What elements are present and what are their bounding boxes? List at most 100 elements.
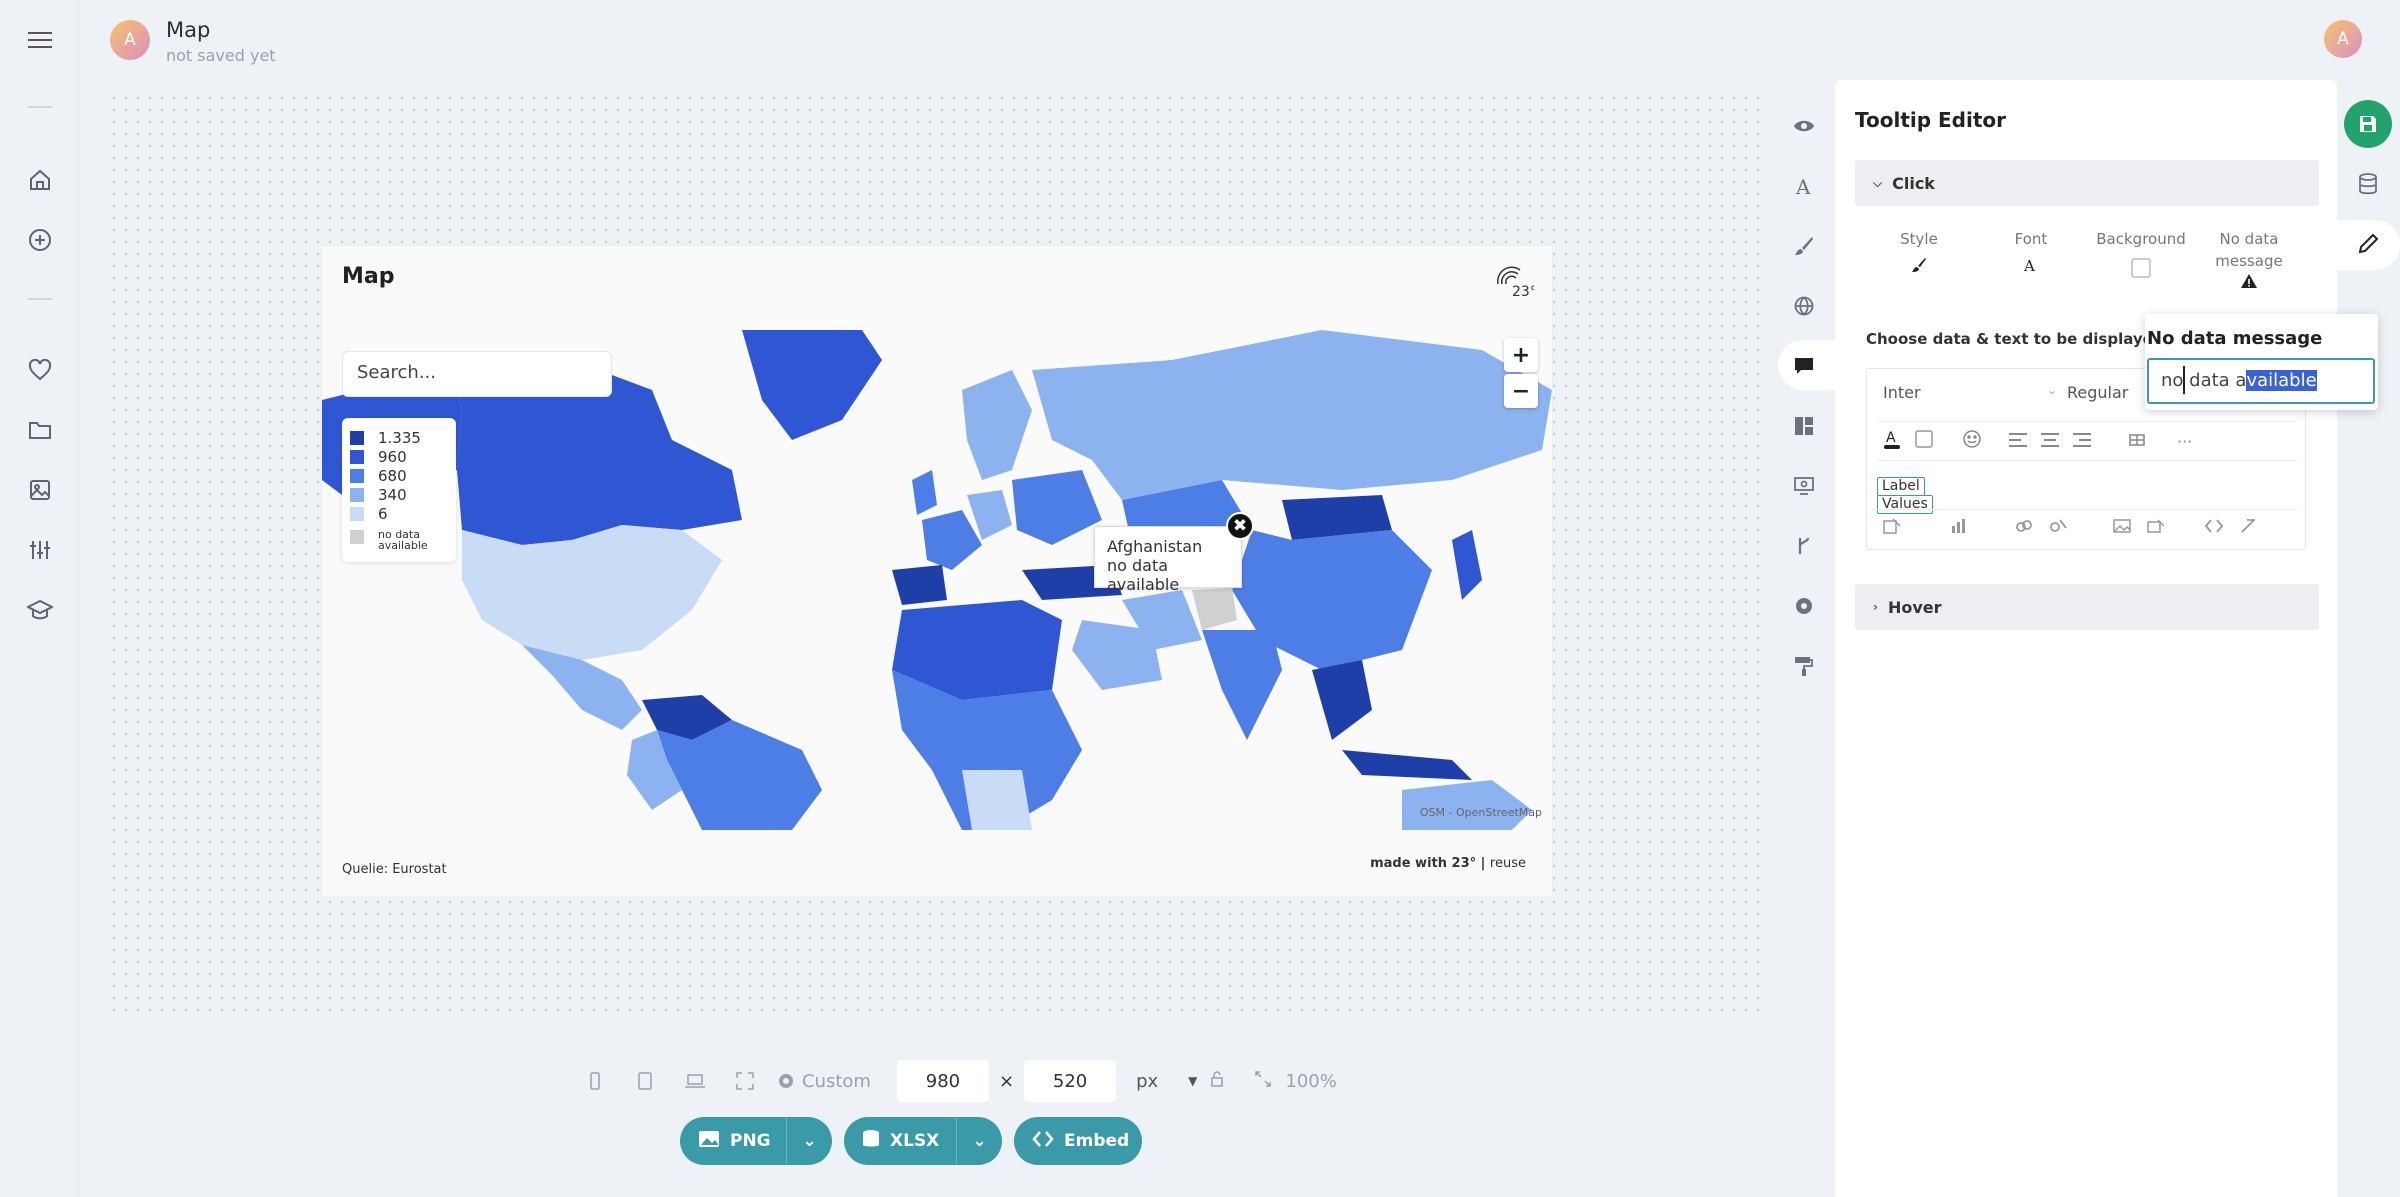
map-title: Map (342, 264, 395, 289)
brush-icon[interactable] (1790, 232, 1818, 260)
zoom-out-button[interactable]: − (1504, 374, 1538, 408)
more-icon[interactable]: ··· (2177, 432, 2192, 451)
country-russia (1032, 330, 1552, 500)
png-dropdown-chevron-icon[interactable]: ⌄ (786, 1117, 832, 1165)
tooltip-comment-icon[interactable] (1790, 352, 1818, 380)
checkbox-icon (2091, 258, 2191, 278)
clear-format-icon[interactable] (2239, 518, 2257, 538)
hover-section-header[interactable]: › Hover (1855, 584, 2319, 630)
align-center-icon[interactable] (2041, 432, 2059, 451)
map-search-input[interactable]: Search... (342, 351, 612, 397)
no-data-message-input[interactable]: no data available (2147, 358, 2375, 404)
font-weight-select[interactable]: Regular (2067, 383, 2128, 402)
reuse-link[interactable]: reuse (1490, 856, 1526, 871)
chevron-right-icon: › (1873, 600, 1878, 614)
heart-icon[interactable] (24, 354, 56, 386)
style-option[interactable]: Style (1869, 228, 1969, 272)
23-degrees-logo-icon: 23° (1494, 262, 1537, 300)
country-eastern-europe (1012, 470, 1102, 545)
document-title[interactable]: Map (166, 18, 210, 42)
save-button[interactable] (2344, 100, 2392, 148)
xlsx-export-button[interactable]: XLSX ⌄ (844, 1117, 1002, 1165)
folder-icon[interactable] (24, 414, 56, 446)
legend-item: 960 (350, 447, 448, 466)
align-left-icon[interactable] (2009, 432, 2027, 451)
mobile-icon[interactable] (570, 1060, 620, 1102)
branch-icon[interactable] (1790, 532, 1818, 560)
eye-icon[interactable] (1790, 112, 1818, 140)
code-icon[interactable] (2204, 518, 2224, 537)
png-export-button[interactable]: PNG ⌄ (680, 1117, 832, 1165)
graduation-cap-icon[interactable] (24, 594, 56, 626)
choose-data-label: Choose data & text to be displayed (1866, 330, 2164, 348)
osm-credit[interactable]: OSM - OpenStreetMap (1420, 806, 1542, 819)
paint-roller-icon[interactable] (1790, 652, 1818, 680)
background-option[interactable]: Background (2091, 228, 2191, 278)
gear-icon[interactable] (1790, 592, 1818, 620)
sliders-icon[interactable] (24, 534, 56, 566)
database-icon[interactable] (2354, 170, 2382, 198)
svg-text:A: A (1886, 430, 1896, 446)
text-cursor (2183, 366, 2185, 394)
label-token[interactable]: Label (1877, 477, 1925, 496)
text-font-icon[interactable]: A (1790, 172, 1818, 200)
edit-image-icon[interactable] (2147, 518, 2165, 538)
link-icon[interactable] (2015, 518, 2033, 538)
chevron-down-icon: ⌵ (1873, 175, 1883, 190)
tooltip-message: no data available (1107, 556, 1180, 594)
size-preset[interactable]: Custom (802, 1071, 871, 1092)
font-option[interactable]: Font A (1981, 228, 2081, 272)
image-icon[interactable] (24, 474, 56, 506)
gear-icon[interactable] (770, 1060, 802, 1102)
tablet-icon[interactable] (620, 1060, 670, 1102)
pencil-icon[interactable] (2354, 230, 2382, 258)
zoom-in-button[interactable]: + (1504, 338, 1538, 372)
user-avatar[interactable]: A (2324, 20, 2362, 58)
layout-grid-icon[interactable] (1790, 412, 1818, 440)
xlsx-dropdown-chevron-icon[interactable]: ⌄ (956, 1117, 1002, 1165)
chevron-down-icon[interactable]: ⌄ (2047, 383, 2057, 397)
country-usa (462, 525, 722, 660)
embed-button[interactable]: Embed (1014, 1117, 1142, 1165)
unit-select[interactable]: px (1136, 1071, 1158, 1092)
tooltip-close-button[interactable]: ✖ (1226, 512, 1254, 540)
chevron-down-icon[interactable]: ▼ (1188, 1074, 1197, 1088)
laptop-icon[interactable] (670, 1060, 720, 1102)
font-family-select[interactable]: Inter (1883, 383, 1921, 402)
format-toolbar: A ··· (1877, 421, 2297, 461)
background-color-icon[interactable] (1915, 430, 1933, 452)
home-icon[interactable] (24, 164, 56, 196)
insert-image-icon[interactable] (2113, 518, 2131, 538)
country-saudi-arabia (1072, 620, 1162, 690)
legend-item-no-data: no data available (350, 523, 448, 551)
menu-icon[interactable] (24, 24, 56, 56)
tooltip-editor-panel: Tooltip Editor ⌵ Click Style Font A Backgr… (1835, 80, 2337, 1197)
no-data-message-option[interactable]: No data message (2203, 228, 2295, 288)
plus-circle-icon[interactable] (24, 224, 56, 256)
unlink-icon[interactable] (2049, 518, 2067, 538)
globe-icon[interactable] (1790, 292, 1818, 320)
unlock-icon[interactable] (1209, 1070, 1225, 1092)
doc-avatar[interactable]: A (110, 20, 150, 60)
text-color-icon[interactable]: A (1883, 429, 1901, 453)
country-afghanistan (1192, 588, 1237, 630)
click-section-header[interactable]: ⌵ Click (1855, 160, 2319, 206)
width-input[interactable]: 980 (896, 1060, 989, 1102)
emoji-icon[interactable] (1963, 430, 1981, 452)
insert-chart-icon[interactable] (1951, 518, 1969, 538)
align-right-icon[interactable] (2073, 432, 2091, 451)
presentation-icon[interactable] (1790, 472, 1818, 500)
times-sign: × (998, 1070, 1015, 1092)
zoom-fit-icon[interactable] (1255, 1070, 1272, 1092)
made-with-credit: made with 23° | reuse (1370, 856, 1526, 871)
world-map[interactable] (322, 330, 1552, 830)
country-southeast-asia (1312, 660, 1372, 740)
insert-label-icon[interactable] (1883, 517, 1901, 538)
country-southern-africa (962, 770, 1032, 830)
country-india (1202, 630, 1282, 740)
tooltip-country: Afghanistan (1107, 537, 1203, 556)
height-input[interactable]: 520 (1024, 1060, 1117, 1102)
table-edit-icon[interactable] (2129, 431, 2147, 451)
legend-swatch (350, 449, 364, 464)
fullscreen-icon[interactable] (720, 1060, 770, 1102)
